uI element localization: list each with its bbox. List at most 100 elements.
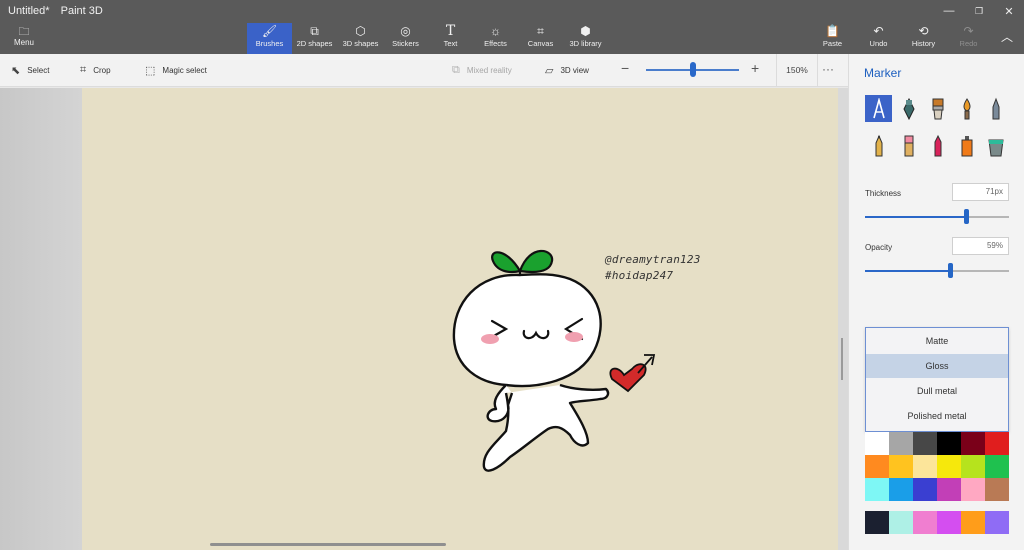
tab-effects[interactable]: ☼ Effects [473, 23, 518, 54]
menu-button[interactable]: 🗀 Menu [8, 26, 40, 50]
history-button[interactable]: ⟲ History [901, 23, 946, 54]
color-swatch[interactable] [937, 478, 961, 501]
tab-brushes[interactable]: 🖌 Brushes [247, 23, 292, 54]
tab-canvas[interactable]: ⌗ Canvas [518, 23, 563, 54]
paste-icon: 📋 [825, 24, 840, 38]
zoom-in-button[interactable]: + [751, 60, 759, 76]
collapse-ribbon-button[interactable]: ︿ [990, 23, 1024, 54]
color-swatch[interactable] [961, 455, 985, 478]
crayon-icon [934, 134, 941, 156]
finish-option-gloss[interactable]: Gloss [866, 354, 1008, 378]
thickness-slider[interactable] [865, 216, 1009, 218]
tab-stickers[interactable]: ◎ Stickers [383, 23, 428, 54]
watercolor-button[interactable] [953, 95, 980, 122]
magic-select-icon: ⬚ [145, 65, 156, 77]
vertical-scrollbar[interactable] [841, 338, 843, 380]
pencil-icon [875, 134, 882, 156]
magic-select-button[interactable]: ⬚ Magic select [145, 54, 207, 87]
color-swatch[interactable] [913, 432, 937, 455]
eraser-button[interactable] [895, 132, 922, 159]
maximize-button[interactable]: ❐ [964, 0, 994, 22]
more-options-button[interactable]: ··· [822, 62, 834, 76]
thickness-slider-thumb[interactable] [963, 209, 969, 224]
calligraphy-pen-icon [902, 97, 915, 120]
color-swatch[interactable] [937, 455, 961, 478]
color-swatch[interactable] [937, 432, 961, 455]
zoom-level[interactable]: 150% [776, 54, 818, 87]
color-swatch[interactable] [889, 432, 913, 455]
color-swatch[interactable] [865, 432, 889, 455]
3d-library-icon: ⬢ [580, 24, 591, 38]
spray-can-button[interactable] [953, 132, 980, 159]
thickness-input[interactable]: 71px [952, 183, 1009, 201]
history-icon: ⟲ [918, 24, 929, 38]
finish-option-dull-metal[interactable]: Dull metal [866, 379, 1008, 403]
select-label: Select [27, 66, 50, 75]
oil-brush-icon [932, 98, 943, 119]
button-label: Redo [959, 39, 978, 48]
zoom-slider-thumb[interactable] [690, 62, 696, 77]
color-swatch[interactable] [985, 432, 1009, 455]
horizontal-scrollbar[interactable] [210, 543, 446, 546]
color-swatch[interactable] [985, 478, 1009, 501]
tab-label: 3D shapes [342, 39, 379, 48]
fill-bucket-button[interactable] [982, 132, 1009, 159]
marker-brush-button[interactable] [865, 95, 892, 122]
color-swatch[interactable] [961, 478, 985, 501]
minimize-icon: — [943, 5, 955, 17]
crop-icon: ⌗ [80, 64, 87, 76]
color-swatch[interactable] [889, 511, 913, 534]
color-swatch[interactable] [985, 511, 1009, 534]
undo-button[interactable]: ↶ Undo [856, 23, 901, 54]
opacity-input[interactable]: 59% [952, 237, 1009, 255]
redo-button[interactable]: ↷ Redo [946, 23, 991, 54]
thickness-label: Thickness [865, 189, 902, 198]
chevron-up-icon: ︿ [1000, 30, 1013, 44]
sprout-character-drawing [452, 249, 656, 472]
color-swatch[interactable] [865, 478, 889, 501]
paste-button[interactable]: 📋 Paste [810, 23, 855, 54]
finish-option-polished-metal[interactable]: Polished metal [866, 404, 1008, 428]
close-button[interactable]: ✕ [994, 0, 1024, 22]
tab-2d-shapes[interactable]: ⧉ 2D shapes [292, 23, 337, 54]
color-swatch[interactable] [961, 511, 985, 534]
color-swatch[interactable] [865, 455, 889, 478]
3d-view-button[interactable]: ▱ 3D view [545, 54, 589, 87]
magic-select-label: Magic select [162, 66, 207, 75]
calligraphy-pen-button[interactable] [895, 95, 922, 122]
pencil-button[interactable] [865, 132, 892, 159]
color-swatch[interactable] [913, 511, 937, 534]
color-swatch[interactable] [937, 511, 961, 534]
mixed-reality-button[interactable]: ⧉ Mixed reality [452, 54, 512, 87]
color-swatch[interactable] [865, 511, 889, 534]
color-swatch[interactable] [961, 432, 985, 455]
brush-settings-panel: Marker Thickness 71px Opacity 59% Matte … [848, 54, 1024, 550]
tab-3d-library[interactable]: ⬢ 3D library [563, 23, 608, 54]
zoom-out-button[interactable]: − [621, 60, 629, 76]
oil-brush-button[interactable] [924, 95, 951, 122]
pixel-pen-button[interactable] [982, 95, 1009, 122]
3d-view-label: 3D view [560, 66, 589, 75]
minimize-button[interactable]: — [934, 0, 964, 22]
color-swatch[interactable] [913, 478, 937, 501]
text-icon: T [445, 23, 456, 39]
workspace-margin [0, 88, 82, 550]
redo-icon: ↷ [963, 24, 974, 38]
crayon-button[interactable] [924, 132, 951, 159]
finish-option-matte[interactable]: Matte [866, 329, 1008, 353]
tab-3d-shapes[interactable]: ⬡ 3D shapes [338, 23, 383, 54]
watercolor-icon [963, 97, 970, 119]
color-swatch[interactable] [889, 455, 913, 478]
color-swatch[interactable] [913, 455, 937, 478]
tab-text[interactable]: T Text [428, 23, 473, 54]
pixel-pen-icon [992, 97, 999, 119]
finish-dropdown[interactable]: Matte Gloss Dull metal Polished metal [865, 327, 1009, 432]
color-swatch[interactable] [889, 478, 913, 501]
opacity-slider-thumb[interactable] [947, 263, 953, 278]
paint3d-window: Untitled* Paint 3D — ❐ ✕ 🗀 Menu 🖌 Brushe… [0, 0, 1024, 550]
crop-button[interactable]: ⌗ Crop [80, 54, 111, 87]
document-title: Untitled* [8, 5, 50, 17]
select-button[interactable]: ⬉ Select [11, 54, 49, 87]
color-swatch[interactable] [985, 455, 1009, 478]
opacity-slider[interactable] [865, 270, 1009, 272]
